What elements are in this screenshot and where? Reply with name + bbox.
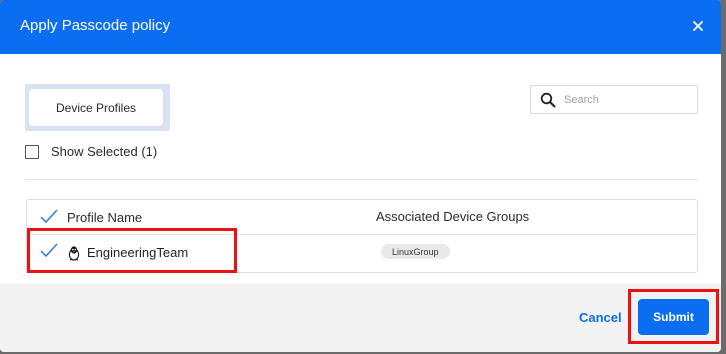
submit-button[interactable]: Submit xyxy=(638,299,709,335)
search-icon xyxy=(540,92,556,108)
dialog-title: Apply Passcode policy xyxy=(20,17,171,34)
column-header-device-groups[interactable]: Associated Device Groups xyxy=(376,209,529,224)
linux-penguin-icon xyxy=(68,246,80,261)
device-group-tag: LinuxGroup xyxy=(381,244,450,259)
table-header: Profile Name Associated Device Groups xyxy=(27,200,697,235)
show-selected-filter[interactable]: Show Selected (1) xyxy=(25,144,157,159)
profile-name: EngineeringTeam xyxy=(87,245,189,260)
select-all-check-icon[interactable] xyxy=(39,208,59,224)
cancel-button[interactable]: Cancel xyxy=(579,310,622,325)
profiles-table: Profile Name Associated Device Groups En… xyxy=(26,199,698,273)
background-overlay xyxy=(721,0,726,354)
section-divider xyxy=(25,179,698,180)
apply-policy-dialog: Apply Passcode policy Device Profiles Sh… xyxy=(0,0,721,352)
row-selected-check-icon[interactable] xyxy=(39,242,59,258)
profile-type-selector: Device Profiles xyxy=(25,84,170,131)
close-icon[interactable] xyxy=(689,17,707,35)
table-row[interactable]: EngineeringTeam LinuxGroup xyxy=(27,235,697,272)
column-header-profile-name[interactable]: Profile Name xyxy=(67,210,142,225)
search-input[interactable] xyxy=(562,92,691,107)
dialog-header: Apply Passcode policy xyxy=(0,0,721,54)
show-selected-label: Show Selected (1) xyxy=(51,144,158,159)
search-box[interactable] xyxy=(530,85,698,114)
dialog-footer: Cancel Submit xyxy=(0,283,721,352)
show-selected-checkbox[interactable] xyxy=(25,144,39,159)
tab-device-profiles[interactable]: Device Profiles xyxy=(29,89,163,126)
